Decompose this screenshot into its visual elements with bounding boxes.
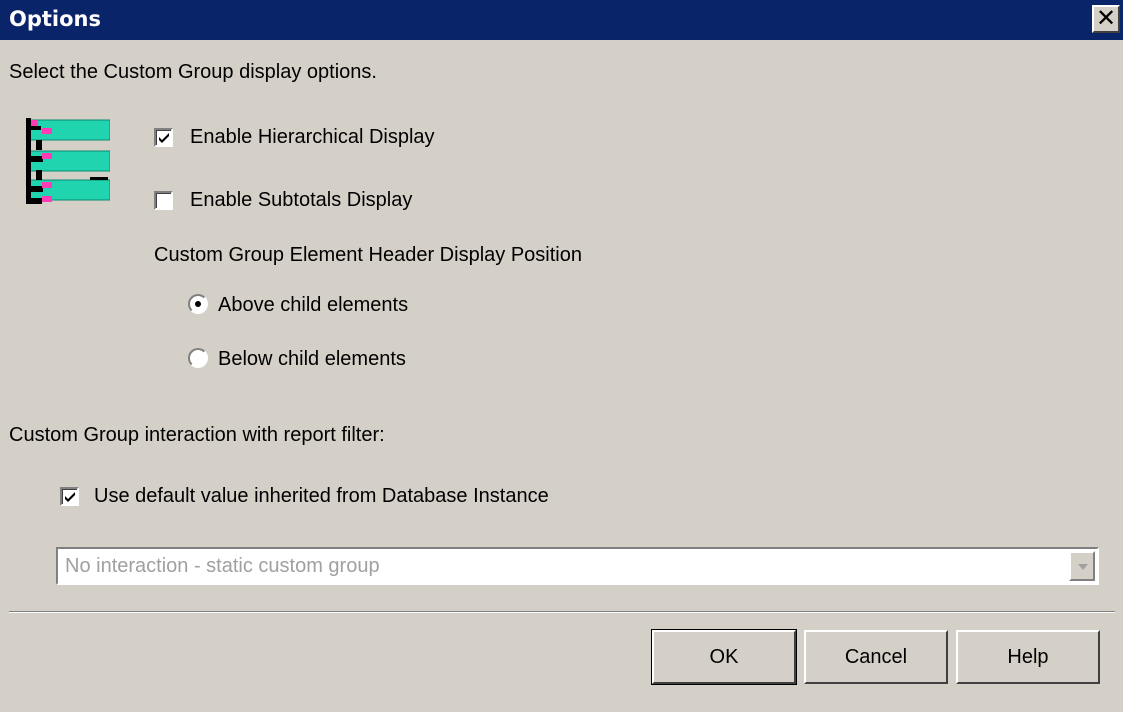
- separator: [9, 611, 1115, 613]
- intro-text: Select the Custom Group display options.: [9, 61, 377, 83]
- enable-hierarchical-checkbox[interactable]: [154, 128, 173, 147]
- below-child-radio[interactable]: [188, 348, 208, 368]
- header-position-label: Custom Group Element Header Display Posi…: [154, 244, 582, 266]
- title-bar: Options ✕: [0, 0, 1123, 40]
- chevron-down-icon: [1078, 564, 1088, 570]
- below-child-label[interactable]: Below child elements: [218, 348, 406, 371]
- close-button[interactable]: ✕: [1092, 5, 1120, 33]
- dropdown-arrow-button[interactable]: [1069, 551, 1095, 581]
- ok-button[interactable]: OK: [651, 629, 797, 685]
- help-button[interactable]: Help: [956, 630, 1100, 684]
- filter-interaction-label: Custom Group interaction with report fil…: [9, 424, 385, 446]
- checkmark-icon: [159, 133, 169, 143]
- dropdown-value: No interaction - static custom group: [65, 555, 380, 577]
- hierarchy-display-icon: [24, 118, 110, 204]
- cancel-button[interactable]: Cancel: [804, 630, 948, 684]
- above-child-radio[interactable]: [188, 294, 208, 314]
- use-default-label[interactable]: Use default value inherited from Databas…: [94, 485, 549, 508]
- checkmark-icon: [65, 492, 75, 502]
- window-title: Options: [9, 7, 101, 31]
- enable-subtotals-checkbox[interactable]: [154, 191, 173, 210]
- use-default-checkbox[interactable]: [60, 487, 79, 506]
- enable-subtotals-label[interactable]: Enable Subtotals Display: [190, 189, 412, 212]
- close-icon: ✕: [1095, 5, 1117, 32]
- filter-interaction-dropdown[interactable]: No interaction - static custom group: [56, 547, 1099, 585]
- above-child-label[interactable]: Above child elements: [218, 294, 408, 317]
- enable-hierarchical-label[interactable]: Enable Hierarchical Display: [190, 126, 435, 149]
- radio-selected-dot: [195, 301, 201, 307]
